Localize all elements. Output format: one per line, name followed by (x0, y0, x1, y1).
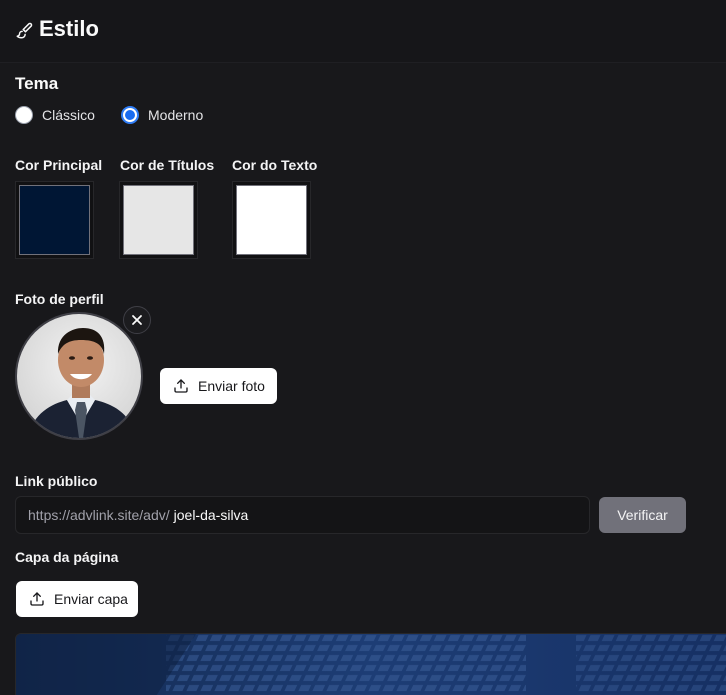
link-prefix: https://advlink.site/adv/ (28, 507, 170, 523)
color-label-titulos: Cor de Títulos (120, 157, 215, 173)
upload-photo-button[interactable]: Enviar foto (160, 368, 277, 404)
profile-photo-label: Foto de perfil (15, 291, 104, 307)
color-swatch-titulos (123, 185, 194, 255)
color-label-principal: Cor Principal (15, 157, 103, 173)
upload-icon (174, 379, 188, 393)
color-label-texto: Cor do Texto (232, 157, 318, 173)
verify-button[interactable]: Verificar (599, 497, 686, 533)
upload-cover-label: Enviar capa (54, 591, 128, 607)
cover-image (15, 633, 726, 695)
section-title: Estilo (39, 16, 99, 41)
section-header: Estilo (0, 0, 726, 63)
color-picker-texto[interactable] (232, 181, 311, 259)
theme-heading: Tema (15, 74, 59, 93)
public-link-field[interactable]: https://advlink.site/adv/ joel-da-silva (15, 496, 590, 534)
upload-photo-label: Enviar foto (198, 378, 265, 394)
cover-label: Capa da página (15, 549, 119, 565)
radio-label-moderno: Moderno (148, 107, 204, 123)
theme-option-moderno[interactable]: Moderno (121, 106, 203, 124)
remove-photo-button[interactable] (123, 306, 151, 334)
radio-moderno[interactable] (121, 106, 139, 124)
close-icon (132, 315, 142, 325)
paintbrush-icon (16, 22, 33, 39)
color-swatch-principal (19, 185, 90, 255)
color-picker-titulos[interactable] (119, 181, 198, 259)
upload-icon (30, 592, 44, 606)
color-picker-principal[interactable] (15, 181, 94, 259)
radio-label-classico: Clássico (42, 107, 95, 123)
color-swatch-texto (236, 185, 307, 255)
avatar (15, 312, 143, 440)
radio-classico[interactable] (15, 106, 33, 124)
upload-cover-button[interactable]: Enviar capa (16, 581, 138, 617)
public-link-label: Link público (15, 473, 98, 489)
theme-option-classico[interactable]: Clássico (15, 106, 95, 124)
link-slug-input[interactable]: joel-da-silva (174, 507, 249, 523)
